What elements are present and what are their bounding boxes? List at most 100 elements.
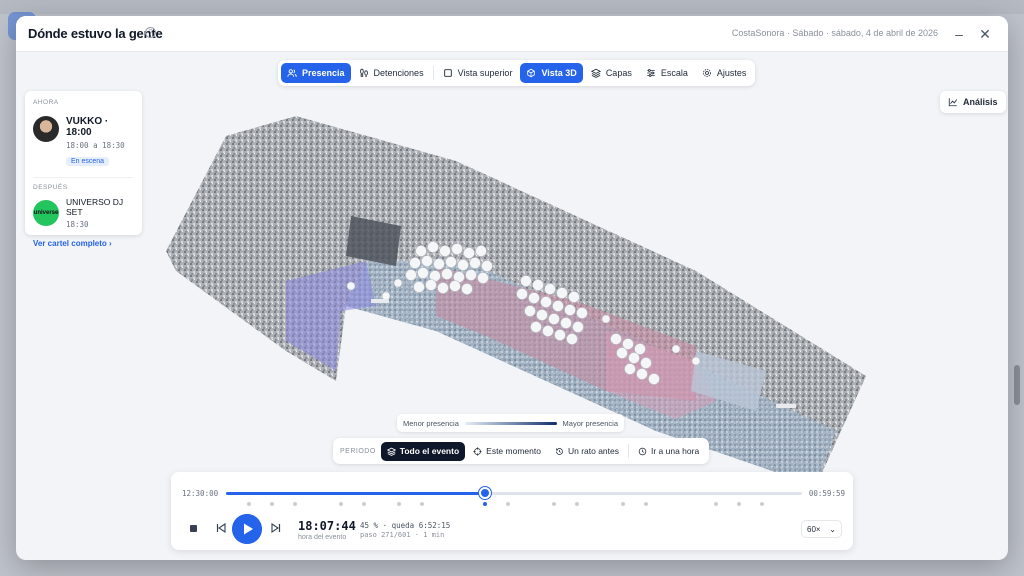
timeline-marker[interactable] [483,502,488,506]
history-icon [556,447,563,455]
timeline-marker[interactable] [339,502,344,506]
skip-forward-icon [271,522,281,534]
layers-label: Capas [605,68,632,78]
presence-modal: Dónde estuvo la gente ? CostaSonora · Sá… [16,16,1008,560]
point-cloud-3d-view[interactable] [136,101,896,491]
minus-icon: – [955,26,963,42]
previous-step-button[interactable] [215,522,227,534]
stops-button[interactable]: Detenciones [353,63,430,83]
timeline-marker[interactable] [575,502,580,506]
a-while-ago-button[interactable]: Un rato antes [549,442,625,461]
whole-event-button[interactable]: Todo el evento [380,441,466,461]
progress-remaining-text: 45 % · queda 6:52:15 [360,521,451,530]
go-to-time-button[interactable]: Ir a una hora [632,442,705,461]
chevron-right-icon: › [109,239,112,248]
next-act-name: UNIVERSO DJ SET [66,197,124,217]
help-circle-icon[interactable]: ? [145,27,156,38]
whole-event-label: Todo el evento [399,446,460,456]
settings-button[interactable]: Ajustes [696,63,753,83]
top-view-button[interactable]: Vista superior [437,63,519,83]
step-counter-text: paso 271/601 · 1 min [360,531,445,539]
presence-label: Presencia [302,68,345,78]
toolbar-divider [432,66,434,80]
lineup-card: AHORA VUKKO · 18:00 18:00 a 18:30 En esc… [25,91,142,248]
timeline-panel: 12:30:00 00:59:59 18:07:44 hora del even… [171,472,853,550]
playback-speed-value: 60× [807,524,821,534]
skip-back-icon [216,522,226,534]
current-act-name: VUKKO · 18:00 [66,116,109,138]
timeline-marker[interactable] [759,502,764,506]
layers-icon [590,68,601,78]
minimize-button[interactable]: – [950,25,968,43]
layers-button[interactable]: Capas [585,63,638,83]
scale-label: Escala [660,68,688,78]
lineup-divider [33,177,134,178]
analysis-button[interactable]: Análisis [940,91,1006,113]
next-step-button[interactable] [270,522,282,534]
legend-gradient [464,421,557,425]
presence-button[interactable]: Presencia [281,63,351,83]
legend-min-label: Menor presencia [403,418,459,428]
next-act-avatar: universe [33,200,59,226]
x-icon: ✕ [979,26,991,42]
timeline-end-time: 00:59:59 [808,489,845,498]
map-sign-1 [371,299,389,303]
modal-title: Dónde estuvo la gente [28,26,163,41]
play-button[interactable] [232,514,262,544]
now-label: AHORA [33,99,59,106]
timeline-marker[interactable] [506,502,511,506]
3d-view-label: Vista 3D [541,68,577,78]
chart-line-icon [948,98,958,107]
on-stage-badge: En escena [66,157,110,166]
layers-icon [386,447,396,456]
event-subtitle: CostaSonora · Sábado · sábado, 4 de abri… [731,28,938,38]
timeline-marker[interactable] [270,502,275,506]
timeline-marker[interactable] [621,502,626,506]
current-act: VUKKO · 18:00 18:00 a 18:30 En escena [33,116,134,168]
top-view-label: Vista superior [457,68,513,78]
footprints-icon [359,68,368,77]
gear-icon [702,69,711,77]
full-lineup-label: Ver cartel completo [33,239,107,248]
timeline-marker[interactable] [362,502,367,506]
timeline-marker[interactable] [247,502,252,506]
next-act-time: 18:30 [66,220,89,229]
next-act: universe UNIVERSO DJ SET 18:30 [33,197,134,229]
this-moment-label: Este momento [486,446,541,456]
modal-titlebar: Dónde estuvo la gente ? CostaSonora · Sá… [16,16,1008,52]
timeline-track[interactable] [226,487,802,499]
timeline-thumb[interactable] [479,487,492,499]
close-button[interactable]: ✕ [976,25,994,43]
timeline-marker[interactable] [736,502,741,506]
chevron-down-icon: ⌄ [829,524,836,534]
settings-label: Ajustes [716,68,747,78]
users-icon [287,69,297,77]
square-icon [443,69,452,77]
timeline-marker[interactable] [396,502,401,506]
3d-view-button[interactable]: Vista 3D [520,63,583,83]
current-act-avatar [33,116,59,142]
next-label: DESPUÉS [33,184,68,191]
crosshair-icon [473,446,482,456]
full-lineup-link[interactable]: Ver cartel completo › [33,239,134,248]
period-label: PERIODO [340,447,376,455]
timeline-marker[interactable] [644,502,649,506]
clock-icon [638,447,647,455]
stops-label: Detenciones [373,68,424,78]
backdrop-scrollbar[interactable] [1014,365,1020,405]
scale-button[interactable]: Escala [640,63,694,83]
this-moment-button[interactable]: Este momento [467,442,547,461]
playback-speed-select[interactable]: 60× ⌄ [801,520,842,538]
current-time-readout: 18:07:44 [298,519,356,533]
timeline-marker[interactable] [713,502,718,506]
timeline-marker[interactable] [293,502,298,506]
timeline-start-time: 12:30:00 [182,489,219,498]
view-toolbar: Presencia Detenciones Vista superior Vis… [278,60,756,86]
period-selector: PERIODO Todo el evento Este momento Un r… [333,438,710,464]
timeline-marker[interactable] [419,502,424,506]
presence-legend: Menor presencia Mayor presencia [397,414,624,432]
timeline-marker[interactable] [552,502,557,506]
map-sign-2 [776,404,796,408]
backdrop-header [0,0,1024,14]
stop-button[interactable] [190,525,197,532]
